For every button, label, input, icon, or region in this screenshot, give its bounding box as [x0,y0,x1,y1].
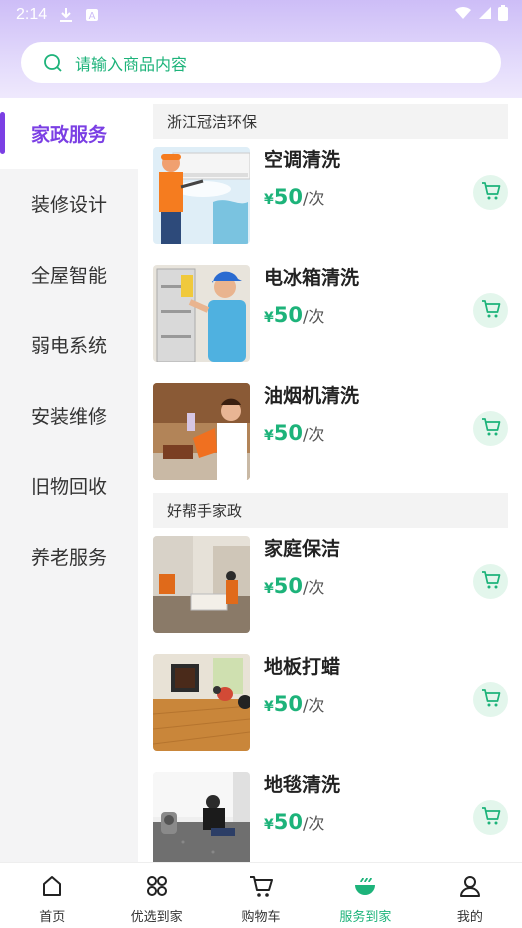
currency-symbol: ¥ [264,310,274,326]
home-icon [40,874,64,902]
shop-header: 好帮手家政 [153,493,508,528]
nav-item-preferred[interactable]: 优选到家 [104,863,208,928]
product-price: ¥ 50 /次 [264,810,324,834]
nav-label: 优选到家 [130,910,183,925]
nav-label: 服务到家 [339,910,392,925]
price-amount: 50 [273,185,303,209]
product-list: 浙江冠洁环保 空调清洗 ¥ 50 /次 电冰箱清洗 ¥ 50 /次 油烟机清洗 … [138,98,522,862]
currency-symbol: ¥ [264,699,274,715]
price-unit: /次 [302,189,325,208]
price-unit: /次 [302,425,325,444]
nav-item-home-service[interactable]: 服务到家 [313,863,417,928]
add-to-cart-button[interactable] [473,682,508,717]
sidebar-item-low-voltage[interactable]: 弱电系统 [0,310,138,381]
currency-symbol: ¥ [264,192,274,208]
price-unit: /次 [302,814,325,833]
cart-icon [480,298,502,324]
product-name: 油烟机清洗 [264,385,360,407]
bottom-navigation: 首页 优选到家 购物车 服务到家 我的 [0,862,522,928]
sidebar-item-housekeeping[interactable]: 家政服务 [0,98,138,169]
product-image[interactable] [153,772,250,862]
price-unit: /次 [302,307,325,326]
category-sidebar: 家政服务 装修设计 全屋智能 弱电系统 安装维修 旧物回收 养老服务 [0,98,138,862]
download-icon [59,7,73,23]
grid-icon [145,874,169,902]
cart-icon [480,687,502,713]
price-amount: 50 [273,421,303,445]
sidebar-item-elderly-care[interactable]: 养老服务 [0,521,138,592]
product-image[interactable] [153,147,250,244]
product-price: ¥ 50 /次 [264,185,324,209]
nav-item-profile[interactable]: 我的 [418,863,522,928]
shop-header: 浙江冠洁环保 [153,104,508,139]
signal-icon [478,6,492,24]
sidebar-item-smart-home[interactable]: 全屋智能 [0,239,138,310]
price-amount: 50 [273,303,303,327]
nav-label: 购物车 [241,910,281,925]
search-placeholder: 请输入商品内容 [75,54,188,74]
sidebar-item-decoration[interactable]: 装修设计 [0,169,138,240]
product-image[interactable] [153,536,250,633]
nav-label: 首页 [39,910,66,925]
sidebar-item-recycling[interactable]: 旧物回收 [0,451,138,522]
add-to-cart-button[interactable] [473,293,508,328]
cart-icon [480,805,502,831]
battery-icon [498,5,508,25]
list-item[interactable]: 地板打蜡 ¥ 50 /次 [138,646,522,764]
text-notification-icon: A [85,8,99,22]
nav-item-cart[interactable]: 购物车 [209,863,313,928]
product-image[interactable] [153,383,250,480]
product-name: 家庭保洁 [264,538,341,560]
cart-icon [480,416,502,442]
currency-symbol: ¥ [264,817,274,833]
currency-symbol: ¥ [264,428,274,444]
cart-icon [480,180,502,206]
cart-icon [480,569,502,595]
price-amount: 50 [273,574,303,598]
cart-icon [248,874,274,902]
status-time: 2:14 [16,6,48,23]
list-item[interactable]: 空调清洗 ¥ 50 /次 [138,139,522,257]
price-amount: 50 [273,810,303,834]
list-item[interactable]: 电冰箱清洗 ¥ 50 /次 [138,257,522,375]
product-name: 地板打蜡 [264,656,341,678]
wifi-icon [454,6,472,24]
product-name: 空调清洗 [264,149,341,171]
product-price: ¥ 50 /次 [264,303,324,327]
sidebar-item-repair[interactable]: 安装维修 [0,380,138,451]
bowl-icon [352,874,378,902]
product-image[interactable] [153,265,250,362]
user-icon [458,874,482,902]
product-name: 电冰箱清洗 [264,267,360,289]
nav-label: 我的 [456,910,483,925]
search-input[interactable]: 请输入商品内容 [21,42,501,83]
price-unit: /次 [302,578,325,597]
product-price: ¥ 50 /次 [264,692,324,716]
price-amount: 50 [273,692,303,716]
product-image[interactable] [153,654,250,751]
product-price: ¥ 50 /次 [264,574,324,598]
price-unit: /次 [302,696,325,715]
add-to-cart-button[interactable] [473,800,508,835]
product-price: ¥ 50 /次 [264,421,324,445]
svg-text:A: A [89,11,96,22]
add-to-cart-button[interactable] [473,411,508,446]
product-name: 地毯清洗 [264,774,341,796]
list-item[interactable]: 油烟机清洗 ¥ 50 /次 [138,375,522,493]
currency-symbol: ¥ [264,581,274,597]
nav-item-home[interactable]: 首页 [0,863,104,928]
add-to-cart-button[interactable] [473,564,508,599]
status-bar: 2:14 A [0,0,522,30]
list-item[interactable]: 地毯清洗 ¥ 50 /次 [138,764,522,862]
search-icon [43,53,63,73]
add-to-cart-button[interactable] [473,175,508,210]
list-item[interactable]: 家庭保洁 ¥ 50 /次 [138,528,522,646]
